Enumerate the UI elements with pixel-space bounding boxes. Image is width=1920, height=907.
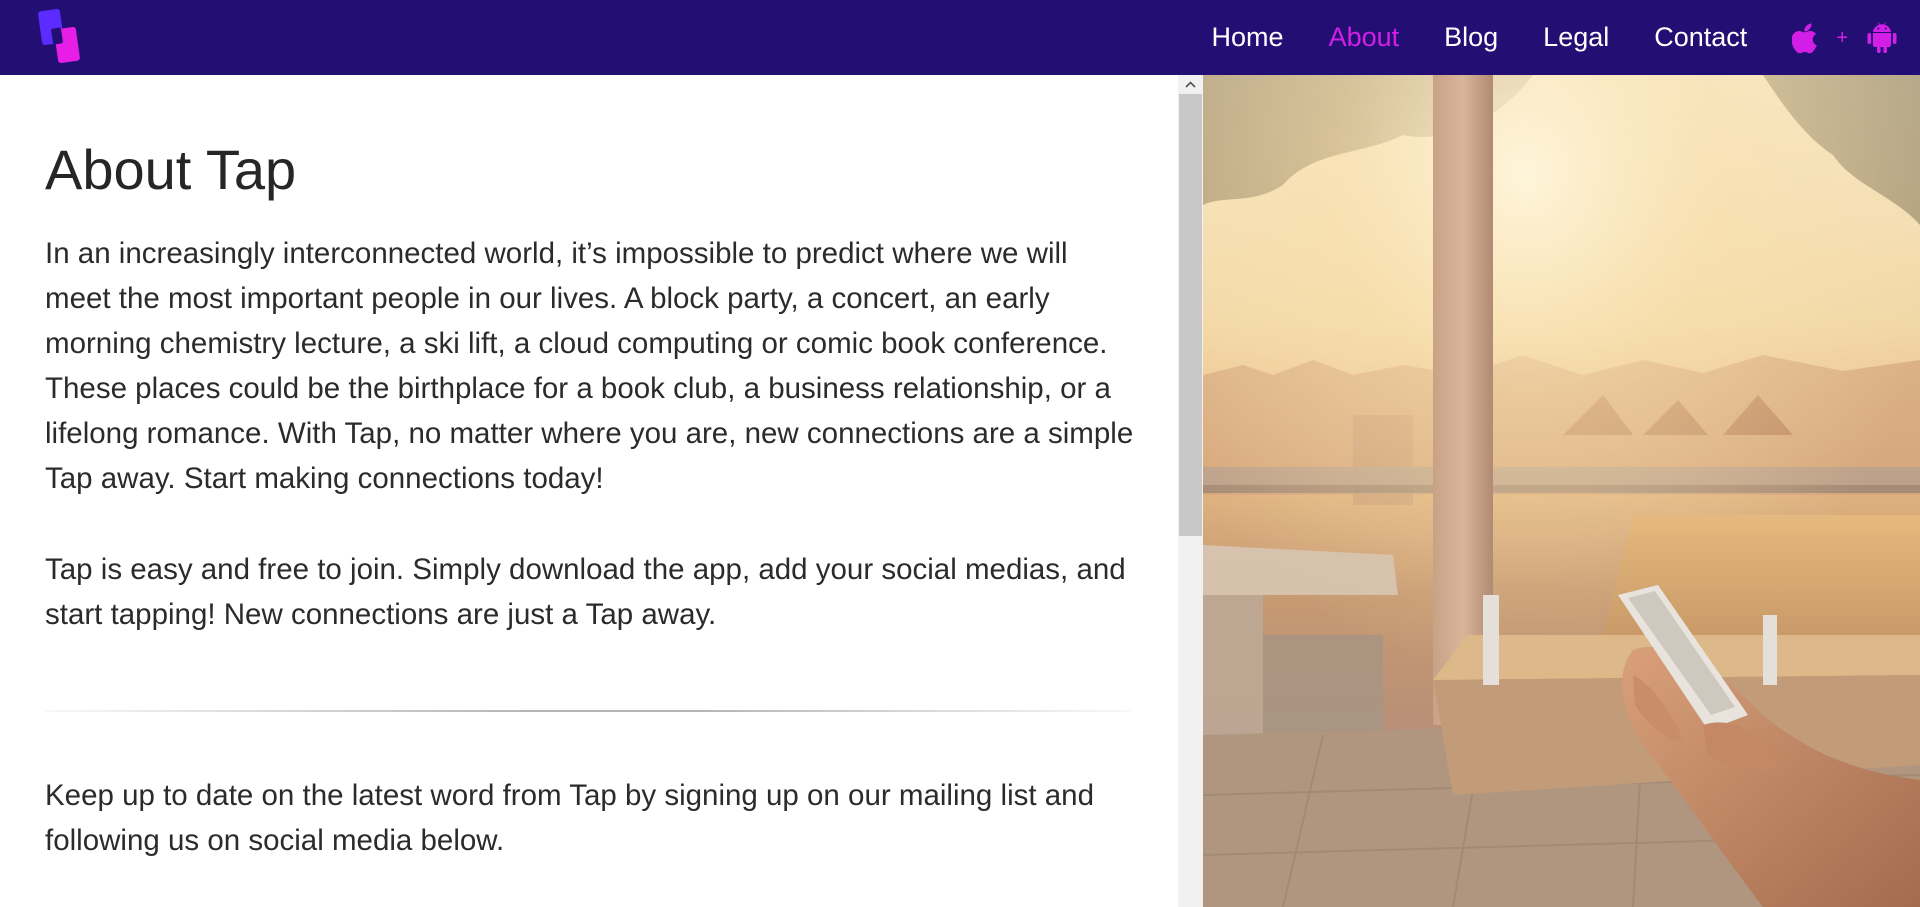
hero-photo	[1203, 75, 1920, 907]
nav-home[interactable]: Home	[1212, 0, 1284, 75]
join-paragraph: Tap is easy and free to join. Simply dow…	[45, 553, 1126, 631]
nav-about[interactable]: About	[1329, 0, 1400, 75]
page-title: About Tap	[45, 138, 297, 201]
scroll-up-arrow-icon[interactable]	[1178, 75, 1203, 93]
tap-logo-icon	[38, 9, 80, 63]
main-nav: Home About Blog Legal Contact +	[1212, 0, 1920, 75]
about-content: About Tap In an increasingly interconnec…	[0, 75, 1178, 907]
android-icon[interactable]	[1866, 21, 1898, 54]
scrollbar-thumb[interactable]	[1179, 94, 1202, 536]
nav-legal[interactable]: Legal	[1543, 0, 1609, 75]
intro-paragraph: In an increasingly interconnected world,…	[45, 237, 1134, 495]
section-divider	[45, 710, 1130, 712]
app-store-links: +	[1792, 21, 1898, 54]
hand-holding-phone-photo	[1203, 75, 1920, 907]
apple-icon[interactable]	[1792, 22, 1820, 54]
nav-contact[interactable]: Contact	[1654, 0, 1747, 75]
top-navbar: Home About Blog Legal Contact +	[0, 0, 1920, 75]
tap-logo[interactable]	[38, 8, 84, 66]
content-scrollbar[interactable]	[1178, 75, 1203, 907]
nav-blog[interactable]: Blog	[1444, 0, 1498, 75]
mailing-list-paragraph: Keep up to date on the latest word from …	[45, 779, 1094, 857]
store-separator: +	[1836, 26, 1848, 49]
